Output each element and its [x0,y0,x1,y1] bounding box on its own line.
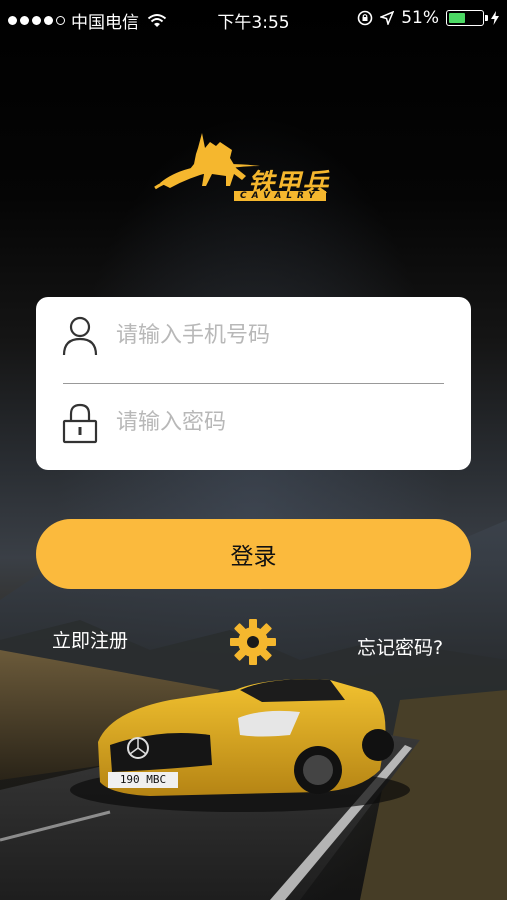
login-form-card [36,297,471,470]
phone-field [36,297,471,383]
status-bar: 中国电信 下午3:55 51% [0,0,507,36]
login-screen: 190 MBC 中国电信 下午3:55 51% 铁甲兵 CAVALRY 请输入手… [0,0,507,900]
register-link[interactable]: 立即注册 [52,626,128,653]
app-logo: 铁甲兵 CAVALRY [150,128,360,208]
phone-input[interactable] [116,317,446,353]
forgot-password-link[interactable]: 忘记密码? [357,633,443,660]
lock-icon [62,403,98,444]
battery-percent: 51% [401,8,439,28]
gear-icon[interactable] [228,617,278,667]
login-button[interactable]: 登录 [36,519,471,589]
status-bar-right: 51% [357,8,499,28]
license-plate: 190 MBC [119,773,167,786]
battery-icon [446,10,488,26]
password-input[interactable] [116,404,446,440]
charging-bolt-icon [491,11,499,25]
logo-subtitle: CAVALRY [234,191,326,201]
orientation-lock-icon [357,10,373,26]
password-field [36,384,471,470]
user-icon [62,316,98,356]
location-arrow-icon [380,11,395,25]
